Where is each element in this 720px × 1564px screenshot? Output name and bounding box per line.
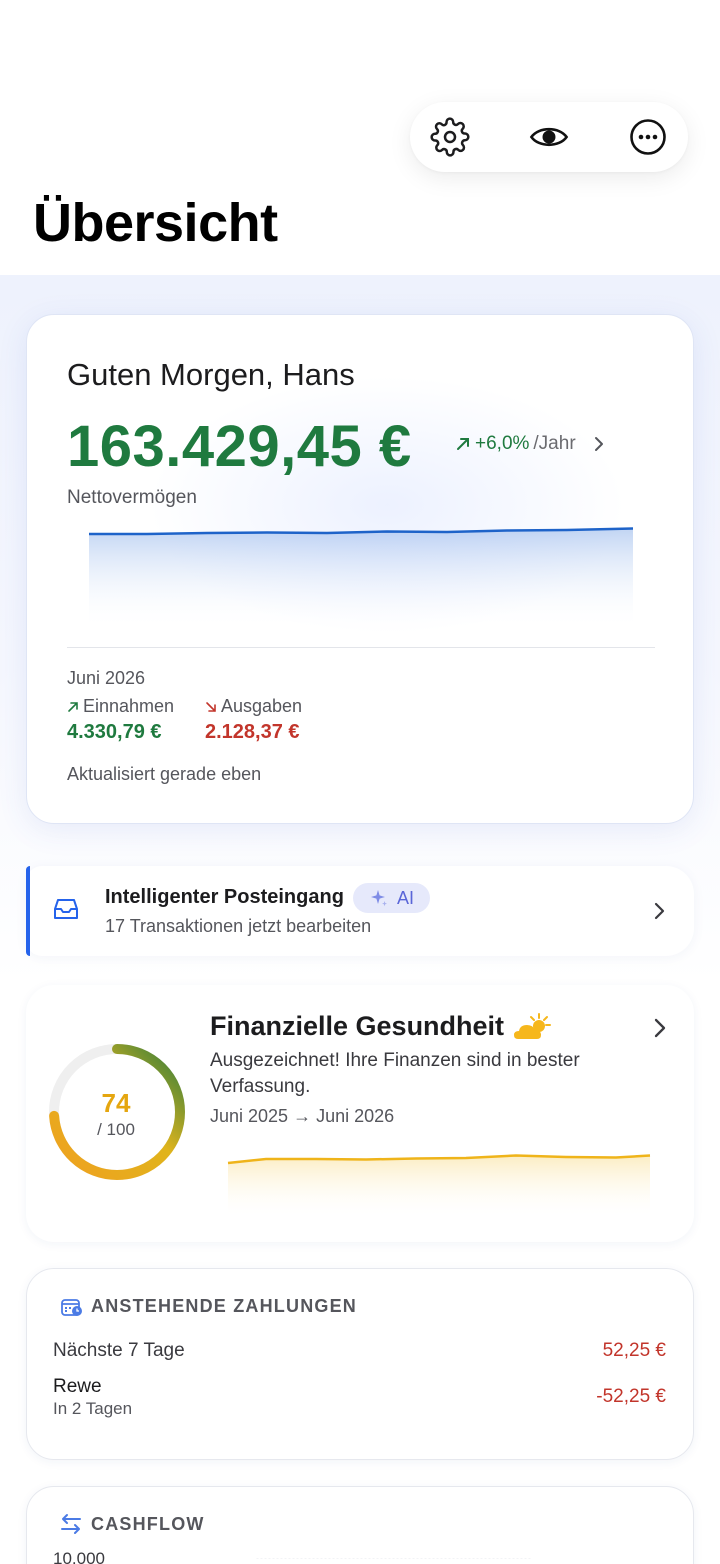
growth-rate[interactable]: +6,0% /Jahr <box>455 433 604 455</box>
payments-header: ANSTEHENDE ZAHLUNGEN <box>61 1296 357 1317</box>
health-title-text: Finanzielle Gesundheit <box>210 1011 505 1041</box>
payment-amount: -52,25 € <box>596 1386 666 1407</box>
ellipsis-circle-icon <box>630 119 666 155</box>
health-title: Finanzielle Gesundheit <box>210 1011 554 1042</box>
cashflow-header: CASHFLOW <box>59 1513 205 1535</box>
income-label: Einnahmen <box>67 696 174 717</box>
cashflow-gridline <box>256 1558 532 1559</box>
growth-period: /Jahr <box>533 433 576 454</box>
health-score-max: / 100 <box>97 1120 135 1139</box>
expense-value: 2.128,37 € <box>205 721 300 743</box>
net-worth-chart <box>89 527 634 626</box>
net-worth-value: 163.429,45 € <box>67 414 412 479</box>
payment-due: In 2 Tagen <box>53 1399 133 1418</box>
inbox-title: Intelligenter Posteingang <box>105 886 344 908</box>
income-label-text: Einnahmen <box>83 696 175 716</box>
health-trend-chart <box>227 1154 651 1215</box>
health-date-range: Juni 2025 → Juni 2026 <box>210 1106 395 1126</box>
sparkles-icon <box>370 890 387 907</box>
chevron-right-icon <box>654 902 665 920</box>
sun-behind-cloud-icon <box>514 1012 552 1039</box>
financial-health-card[interactable]: 74 / 100 Finanzielle Gesundheit Ausgezei… <box>26 985 694 1242</box>
income-value: 4.330,79 € <box>67 721 162 743</box>
payments-heading: ANSTEHENDE ZAHLUNGEN <box>91 1296 358 1316</box>
net-worth-card[interactable]: Guten Morgen, Hans 163.429,45 € +6,0% /J… <box>26 314 694 824</box>
cashflow-card[interactable]: CASHFLOW 10.000 <box>26 1486 694 1564</box>
expense-label-text: Ausgaben <box>221 696 303 716</box>
calendar-clock-icon <box>61 1298 82 1316</box>
gear-icon <box>430 117 470 157</box>
ai-badge-label: AI <box>396 887 414 908</box>
top-toolbar <box>410 102 688 172</box>
page-title: Übersicht <box>33 193 278 253</box>
greeting: Guten Morgen, Hans <box>67 357 355 392</box>
health-score: 74 <box>101 1088 131 1118</box>
smart-inbox-card[interactable]: Intelligenter Posteingang AI 17 Transakt… <box>26 866 694 956</box>
growth-percent: +6,0% <box>475 433 530 454</box>
health-trend-area <box>228 1155 650 1215</box>
inbox-icon <box>54 899 78 919</box>
accent-bar <box>26 866 30 956</box>
arrow-down-right-icon <box>206 701 216 712</box>
more-button[interactable] <box>628 117 668 157</box>
visibility-toggle-button[interactable] <box>529 117 569 157</box>
eye-icon <box>529 127 569 147</box>
arrows-left-right-icon <box>61 1514 81 1534</box>
net-worth-label: Nettovermögen <box>67 487 197 508</box>
chevron-right-icon <box>594 437 603 451</box>
cashflow-y-tick: 10.000 <box>53 1549 105 1564</box>
settings-button[interactable] <box>430 117 470 157</box>
chevron-right-icon <box>654 1018 666 1038</box>
net-worth-area <box>89 528 633 626</box>
inbox-subtitle: 17 Transaktionen jetzt bearbeiten <box>105 916 372 936</box>
updated-status: Aktualisiert gerade eben <box>67 764 262 784</box>
ai-badge: AI <box>353 883 430 913</box>
payment-name: Rewe <box>53 1376 102 1397</box>
summary-month: Juni 2026 <box>67 668 146 688</box>
next-days-total: 52,25 € <box>602 1340 666 1361</box>
expense-label: Ausgaben <box>205 696 302 717</box>
arrow-up-right-icon <box>68 701 78 712</box>
divider <box>67 647 655 648</box>
arrow-up-right-icon <box>457 438 469 450</box>
cashflow-heading: CASHFLOW <box>91 1513 205 1534</box>
health-description: Ausgezeichnet! Ihre Finanzen sind in bes… <box>210 1050 580 1097</box>
next-days-label: Nächste 7 Tage <box>53 1340 185 1361</box>
upcoming-payments-card[interactable]: ANSTEHENDE ZAHLUNGEN Nächste 7 Tage 52,2… <box>26 1268 694 1460</box>
